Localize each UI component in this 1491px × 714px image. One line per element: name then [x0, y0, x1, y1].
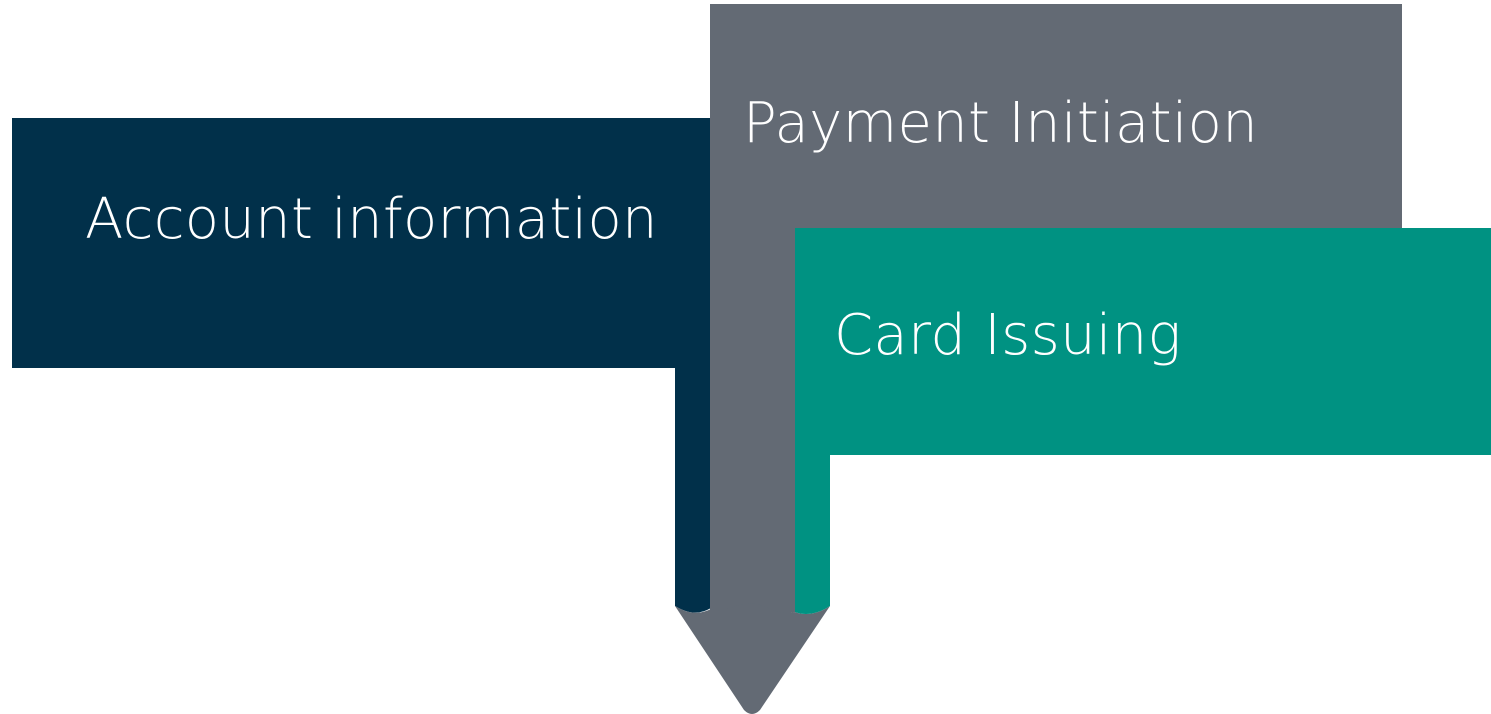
account-information-label: Account information	[85, 187, 658, 252]
card-issuing-label: Card Issuing	[834, 303, 1182, 368]
arrow-head	[675, 603, 830, 714]
payment-initiation-label: Payment Initiation	[743, 91, 1259, 156]
card-issuing-block	[795, 228, 1491, 614]
